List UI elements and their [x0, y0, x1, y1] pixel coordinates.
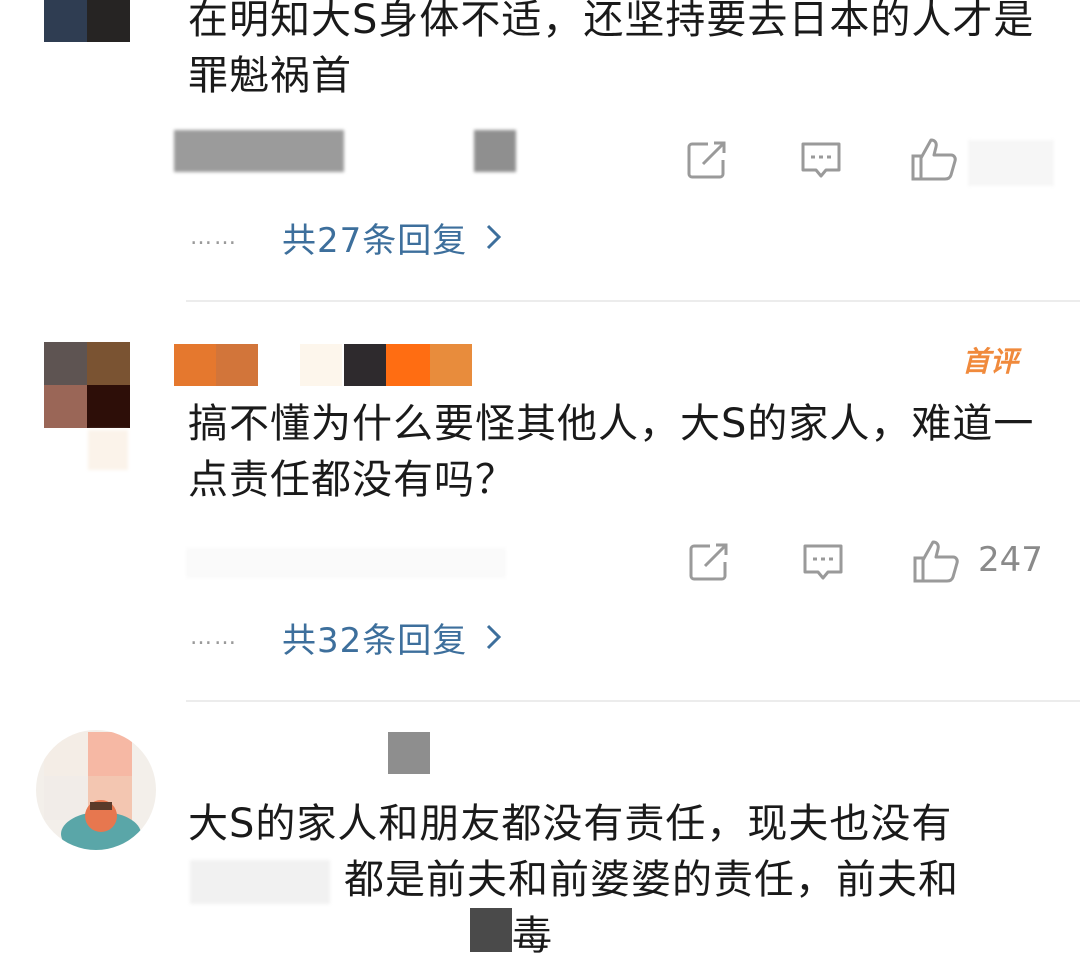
comment-text-line3-obscured [470, 908, 512, 952]
thumbs-up-icon [911, 138, 957, 181]
view-replies-link[interactable]: …… 共27条回复 [190, 212, 503, 262]
share-icon [689, 543, 728, 581]
avatar[interactable] [36, 730, 156, 850]
share-button[interactable] [686, 140, 730, 180]
comment-text: 大S的家人和朋友都没有责任，现夫也没有 [188, 801, 953, 847]
replies-count-label: 共27条回复 [282, 220, 468, 261]
first-comment-badge: 首评 [962, 345, 1019, 378]
avatar[interactable] [44, 342, 130, 428]
avatar-badge-obscured [88, 430, 128, 470]
comment-text-line2: 都是前夫和前婆婆的责任，前夫和 [344, 857, 959, 903]
divider [186, 300, 1080, 302]
reply-dots: …… [190, 224, 238, 250]
comment-text: 在明知大S身体不适，还坚持要去日本的人才是罪魁祸首 [188, 0, 1035, 99]
share-icon [687, 141, 726, 179]
view-replies-link[interactable]: …… 共32条回复 [190, 612, 503, 662]
comment-meta-obscured [186, 548, 506, 578]
like-button[interactable] [912, 538, 962, 584]
chevron-right-icon [487, 224, 502, 250]
comment-icon [803, 544, 843, 580]
chevron-right-icon [487, 624, 502, 650]
comment-button[interactable] [800, 140, 842, 182]
comment-icon [801, 142, 841, 178]
comment-meta-obscured [174, 130, 516, 172]
username-obscured[interactable] [388, 732, 430, 774]
comment-text: 搞不懂为什么要怪其他人，大S的家人，难道一点责任都没有吗？ [188, 401, 1035, 503]
like-count-obscured [968, 140, 1054, 186]
thumbs-up-icon [913, 540, 959, 583]
like-button[interactable] [910, 136, 960, 182]
replies-count-label: 共32条回复 [282, 620, 468, 661]
share-button[interactable] [688, 542, 732, 582]
like-count: 247 [978, 540, 1043, 580]
comment-text-line3: 毒 [512, 913, 553, 959]
divider [186, 700, 1080, 702]
reply-dots: …… [190, 624, 238, 650]
avatar[interactable] [44, 0, 130, 42]
username-obscured[interactable] [174, 344, 474, 386]
comment-button[interactable] [802, 542, 844, 584]
comment-text-line2-obscured [190, 860, 330, 904]
